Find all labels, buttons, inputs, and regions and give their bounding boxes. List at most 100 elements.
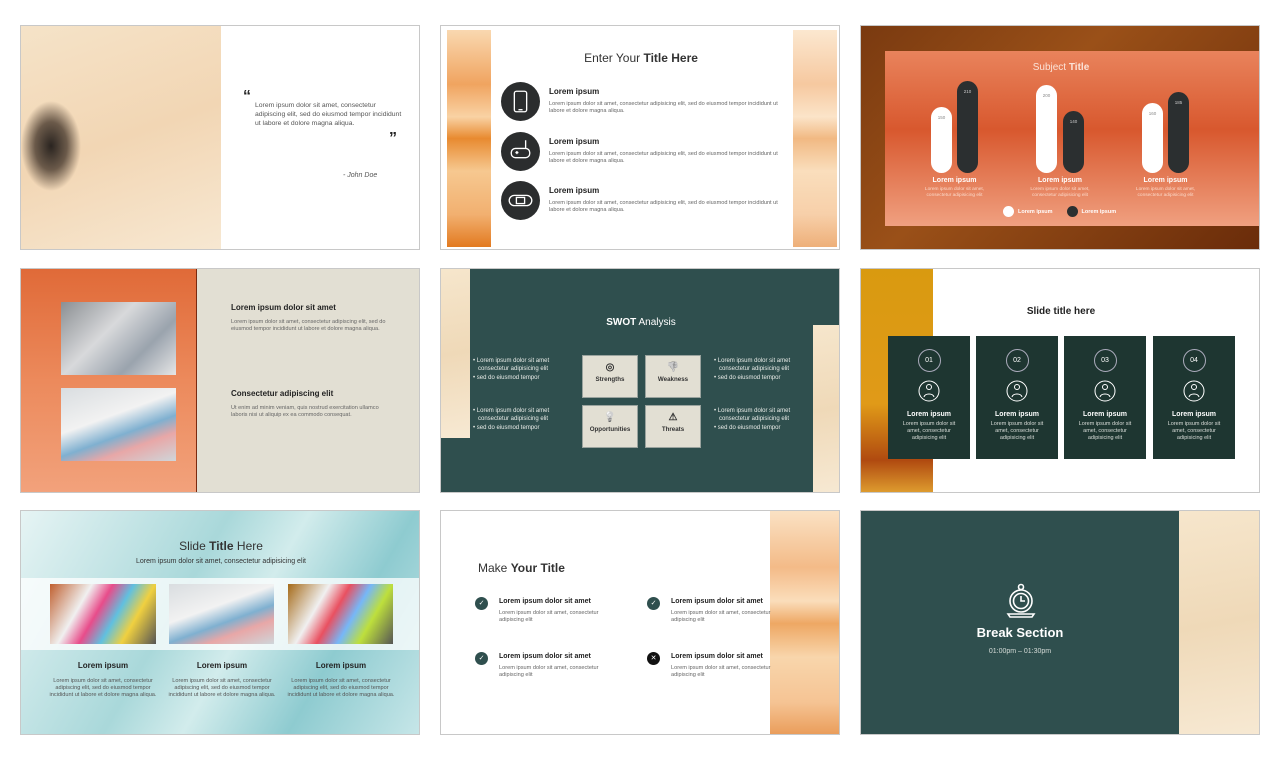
legend-item: Lorem ipsum bbox=[1003, 206, 1053, 217]
bar-value-label: 185 bbox=[1174, 99, 1183, 105]
column-body: Lorem ipsum dolor sit amet, consectetur … bbox=[49, 678, 157, 698]
slide-title: SWOT Analysis bbox=[606, 317, 676, 328]
bullet-item: • Lorem ipsum dolor sit amet consectetur… bbox=[473, 358, 550, 373]
column-heading: Lorem ipsum bbox=[196, 661, 248, 670]
feature-body: Lorem ipsum dolor sit amet, consectetur … bbox=[549, 101, 778, 114]
section-heading: Consectetur adipiscing elit bbox=[231, 389, 334, 398]
step-body: Lorem ipsum dolor sit amet, consectetur … bbox=[902, 421, 956, 441]
bar-value-label: 200 bbox=[1042, 93, 1051, 98]
step-number: 01 bbox=[917, 349, 941, 372]
bullet-list: • Lorem ipsum dolor sit amet consectetur… bbox=[473, 357, 563, 382]
slide-title: Slide title here bbox=[1026, 306, 1096, 317]
step-card[interactable]: 01 Lorem ipsum Lorem ipsum dolor sit ame… bbox=[888, 336, 970, 459]
cross-circle-icon: ✕ bbox=[647, 652, 660, 665]
team-idea-icon bbox=[1006, 380, 1028, 402]
bullet-item: • sed do eiusmod tempor bbox=[473, 424, 540, 431]
step-heading: Lorem ipsum bbox=[995, 411, 1039, 418]
break-time: 01:00pm – 01:30pm bbox=[988, 648, 1052, 655]
slide-title: Slide Title Here bbox=[179, 539, 263, 553]
target-icon: ◎ bbox=[605, 362, 615, 373]
bullet-item: • sed do eiusmod tempor bbox=[714, 424, 781, 431]
bullet-item: • Lorem ipsum dolor sit amet consectetur… bbox=[714, 408, 791, 423]
item-body: Lorem ipsum dolor sit amet, consectetur … bbox=[671, 665, 771, 678]
slide-thumbnail-swot[interactable]: SWOT Analysis ◎ Strengths 👎 Weakness 💡 Oppo… bbox=[440, 268, 840, 493]
slide-thumbnail-features[interactable]: Enter Your Title Here Lorem ipsum Lorem … bbox=[440, 25, 840, 250]
swot-box-threats[interactable]: ⚠ Threats bbox=[645, 405, 701, 448]
stopwatch-icon bbox=[1006, 583, 1036, 618]
slide-thumbnail-break[interactable]: Break Section 01:00pm – 01:30pm bbox=[860, 510, 1260, 735]
step-number: 03 bbox=[1093, 349, 1117, 372]
swot-box-weakness[interactable]: 👎 Weakness bbox=[645, 355, 701, 398]
network-people-icon bbox=[918, 380, 940, 402]
feature-heading: Lorem ipsum bbox=[549, 137, 600, 146]
feature-heading: Lorem ipsum bbox=[549, 87, 600, 96]
category-desc: Lorem ipsum dolor sit amet, consectetur … bbox=[1135, 187, 1196, 198]
lightbulb-icon: 💡 bbox=[603, 412, 617, 423]
step-card[interactable]: 04 Lorem ipsum Lorem ipsum dolor sit ame… bbox=[1153, 336, 1235, 459]
smartphone-icon bbox=[501, 82, 540, 121]
category-label: Lorem ipsum bbox=[1143, 177, 1188, 184]
bar-value-label: 210 bbox=[963, 88, 972, 94]
column-body: Lorem ipsum dolor sit amet, consectetur … bbox=[168, 678, 276, 698]
open-quote-icon: “ bbox=[243, 88, 251, 105]
swot-label: Weakness bbox=[657, 376, 689, 383]
break-title: Break Section bbox=[976, 625, 1064, 640]
slide-thumbnail-checklist[interactable]: Make Your Title ✓ Lorem ipsum dolor sit … bbox=[440, 510, 840, 735]
chart-bar bbox=[1036, 85, 1057, 173]
globe-icon bbox=[1183, 380, 1205, 402]
swot-label: Opportunities bbox=[589, 426, 631, 433]
slide-title: Enter Your Title Here bbox=[584, 51, 698, 65]
column-heading: Lorem ipsum bbox=[77, 661, 129, 670]
section-body: Ut enim ad minim veniam, quis nostrud ex… bbox=[231, 405, 379, 418]
swot-label: Threats bbox=[661, 426, 685, 433]
slide-subtitle: Lorem ipsum dolor sit amet, consectetur … bbox=[135, 558, 307, 565]
slide-thumbnail-quote[interactable]: “ Lorem ipsum dolor sit amet, consectetu… bbox=[20, 25, 420, 250]
feature-body: Lorem ipsum dolor sit amet, consectetur … bbox=[549, 151, 778, 164]
item-body: Lorem ipsum dolor sit amet, consectetur … bbox=[499, 665, 599, 678]
slide-thumbnail-photos[interactable]: Lorem ipsum dolor sit amet Lorem ipsum d… bbox=[20, 268, 420, 493]
swot-box-strengths[interactable]: ◎ Strengths bbox=[582, 355, 638, 398]
swot-label: Strengths bbox=[595, 376, 625, 383]
slide-title: Make Your Title bbox=[478, 561, 565, 575]
step-body: Lorem ipsum dolor sit amet, consectetur … bbox=[1078, 421, 1132, 441]
column-heading: Lorem ipsum bbox=[315, 661, 367, 670]
color-swatch-photo bbox=[288, 584, 393, 644]
category-label: Lorem ipsum bbox=[1038, 177, 1082, 184]
slide-thumbnail-chart[interactable]: Subject Title Lorem ipsum Lorem ipsum 15… bbox=[860, 25, 1260, 250]
slide-thumbnail-gallery[interactable]: Slide Title Here Lorem ipsum dolor sit a… bbox=[20, 510, 420, 735]
left-paper-strip bbox=[441, 269, 470, 438]
section-heading: Lorem ipsum dolor sit amet bbox=[231, 303, 336, 312]
check-circle-icon: ✓ bbox=[475, 652, 488, 665]
ink-watercolor-image bbox=[21, 26, 221, 249]
close-quote-icon: ” bbox=[389, 130, 397, 147]
check-circle-icon: ✓ bbox=[475, 597, 488, 610]
step-card[interactable]: 02 Lorem ipsum Lorem ipsum dolor sit ame… bbox=[976, 336, 1058, 459]
item-heading: Lorem ipsum dolor sit amet bbox=[499, 598, 591, 605]
bullet-item: • sed do eiusmod tempor bbox=[714, 374, 781, 381]
item-heading: Lorem ipsum dolor sit amet bbox=[671, 653, 763, 660]
bar-value-label: 150 bbox=[937, 115, 946, 120]
charts-photo bbox=[61, 388, 176, 461]
bullet-list: • Lorem ipsum dolor sit amet consectetur… bbox=[714, 357, 804, 382]
quote-author: - John Doe bbox=[343, 172, 378, 179]
bar-value-label: 140 bbox=[1069, 119, 1078, 125]
gamepad-icon bbox=[501, 132, 540, 171]
step-card[interactable]: 03 Lorem ipsum Lorem ipsum dolor sit ame… bbox=[1064, 336, 1146, 459]
step-body: Lorem ipsum dolor sit amet, consectetur … bbox=[1167, 421, 1221, 441]
step-number: 02 bbox=[1005, 349, 1029, 372]
item-body: Lorem ipsum dolor sit amet, consectetur … bbox=[671, 610, 771, 623]
item-heading: Lorem ipsum dolor sit amet bbox=[671, 598, 763, 605]
bar-value-label: 160 bbox=[1148, 110, 1157, 116]
category-desc: Lorem ipsum dolor sit amet, consectetur … bbox=[924, 187, 985, 198]
bullet-list: • Lorem ipsum dolor sit amet consectetur… bbox=[714, 407, 804, 432]
slide-thumbnail-steps[interactable]: Slide title here 01 Lorem ipsum Lorem ip… bbox=[860, 268, 1260, 493]
column-body: Lorem ipsum dolor sit amet, consectetur … bbox=[287, 678, 395, 698]
legend-item: Lorem ipsum bbox=[1066, 206, 1116, 217]
bullet-item: • Lorem ipsum dolor sit amet consectetur… bbox=[473, 408, 550, 423]
meeting-photo bbox=[61, 302, 176, 375]
chart-title: Subject Title bbox=[1032, 62, 1090, 73]
section-body: Lorem ipsum dolor sit amet, consectetur … bbox=[231, 319, 386, 332]
handheld-console-icon bbox=[501, 181, 540, 220]
swot-box-opportunities[interactable]: 💡 Opportunities bbox=[582, 405, 638, 448]
feature-heading: Lorem ipsum bbox=[549, 186, 600, 195]
